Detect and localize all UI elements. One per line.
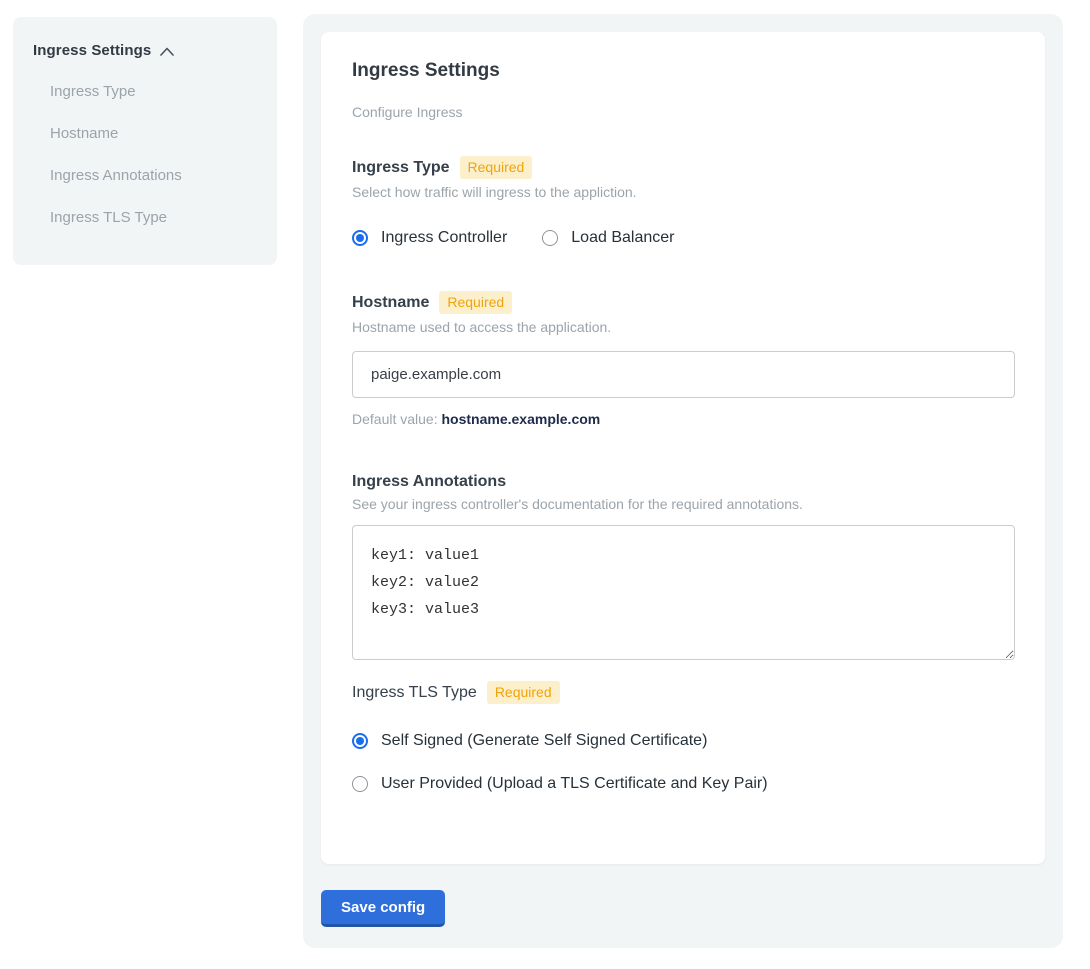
radio-icon[interactable] <box>542 230 558 246</box>
sidebar-item-ingress-tls-type[interactable]: Ingress TLS Type <box>50 208 257 227</box>
chevron-up-icon <box>160 47 174 56</box>
radio-option-self-signed[interactable]: Self Signed (Generate Self Signed Certif… <box>352 732 1015 750</box>
section-label-row: Ingress Annotations <box>352 473 1015 491</box>
radio-label: Ingress Controller <box>381 229 507 247</box>
helper-default-value: hostname.example.com <box>442 411 601 427</box>
section-description: Hostname used to access the application. <box>352 319 1015 335</box>
radio-icon[interactable] <box>352 733 368 749</box>
config-panel: Ingress Settings Configure Ingress Ingre… <box>303 14 1063 948</box>
section-ingress-type: Ingress Type Required Select how traffic… <box>352 156 1015 247</box>
radio-label: Self Signed (Generate Self Signed Certif… <box>381 732 707 750</box>
section-description: See your ingress controller's documentat… <box>352 496 1015 512</box>
required-badge: Required <box>439 291 512 314</box>
ingress-type-radio-group: Ingress Controller Load Balancer <box>352 229 1015 247</box>
hostname-input[interactable] <box>352 351 1015 398</box>
section-label-ingress-type: Ingress Type <box>352 159 450 177</box>
section-label-ingress-tls-type: Ingress TLS Type <box>352 684 477 702</box>
section-hostname: Hostname Required Hostname used to acces… <box>352 291 1015 427</box>
section-description: Select how traffic will ingress to the a… <box>352 184 1015 200</box>
sidebar-group-toggle[interactable]: Ingress Settings <box>33 42 257 59</box>
radio-option-ingress-controller[interactable]: Ingress Controller <box>352 229 507 247</box>
radio-label: Load Balancer <box>571 229 674 247</box>
radio-icon[interactable] <box>352 230 368 246</box>
helper-prefix: Default value: <box>352 411 442 427</box>
section-label-row: Ingress TLS Type Required <box>352 681 1015 704</box>
config-nav-sidebar: Ingress Settings Ingress Type Hostname I… <box>13 17 277 265</box>
radio-label: User Provided (Upload a TLS Certificate … <box>381 775 768 793</box>
card-subtitle: Configure Ingress <box>352 104 1015 120</box>
sidebar-item-hostname[interactable]: Hostname <box>50 124 257 143</box>
tls-type-radio-group: Self Signed (Generate Self Signed Certif… <box>352 732 1015 793</box>
config-card: Ingress Settings Configure Ingress Ingre… <box>321 32 1045 864</box>
radio-option-load-balancer[interactable]: Load Balancer <box>542 229 674 247</box>
required-badge: Required <box>460 156 533 179</box>
radio-icon[interactable] <box>352 776 368 792</box>
sidebar-nav: Ingress Type Hostname Ingress Annotation… <box>33 82 257 227</box>
required-badge: Required <box>487 681 560 704</box>
section-ingress-annotations: Ingress Annotations See your ingress con… <box>352 473 1015 660</box>
save-config-button[interactable]: Save config <box>321 890 445 927</box>
sidebar-item-ingress-type[interactable]: Ingress Type <box>50 82 257 101</box>
ingress-annotations-textarea[interactable]: key1: value1 key2: value2 key3: value3 <box>352 525 1015 660</box>
card-title: Ingress Settings <box>352 60 1015 82</box>
radio-option-user-provided[interactable]: User Provided (Upload a TLS Certificate … <box>352 775 1015 793</box>
section-label-row: Hostname Required <box>352 291 1015 314</box>
sidebar-item-ingress-annotations[interactable]: Ingress Annotations <box>50 166 257 185</box>
section-ingress-tls-type: Ingress TLS Type Required Self Signed (G… <box>352 681 1015 793</box>
section-label-row: Ingress Type Required <box>352 156 1015 179</box>
sidebar-group-title: Ingress Settings <box>33 42 151 59</box>
section-label-ingress-annotations: Ingress Annotations <box>352 473 506 491</box>
section-label-hostname: Hostname <box>352 294 429 312</box>
hostname-default-helper: Default value: hostname.example.com <box>352 411 1015 427</box>
